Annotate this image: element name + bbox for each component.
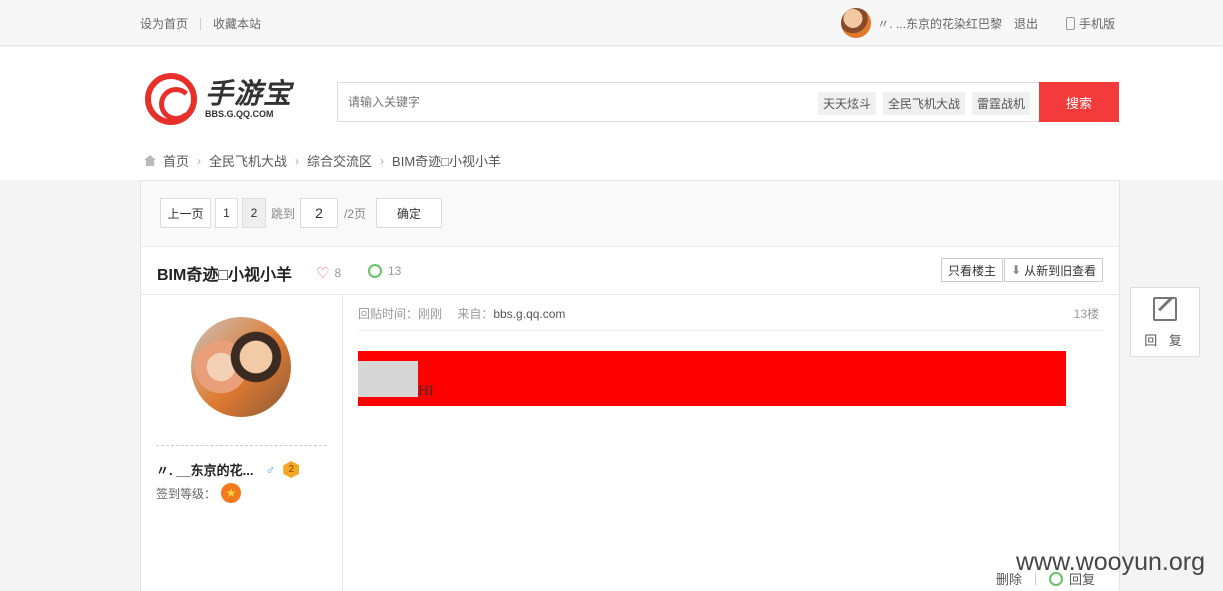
logo-icon	[145, 73, 197, 125]
hot-tags: 天天炫斗 全民飞机大战 雷霆战机	[818, 92, 1037, 115]
mobile-link[interactable]: 手机版	[1065, 15, 1115, 32]
divider	[200, 17, 202, 30]
edit-icon	[1153, 297, 1177, 321]
hot-tag[interactable]: 全民飞机大战	[883, 92, 966, 115]
float-reply-label: 回 复	[1144, 333, 1186, 348]
thread-title: BIM奇迹□小视小羊	[157, 267, 292, 284]
post-time: 回贴时间：刚刚	[358, 307, 443, 321]
avatar[interactable]	[841, 8, 872, 38]
phone-icon	[1065, 16, 1075, 30]
breadcrumb-item[interactable]: 首页	[163, 151, 189, 170]
author-sidebar: 〃. __东京的花... ♂ 2 签到等级： ★	[141, 295, 343, 591]
author-name[interactable]: 〃. __东京的花... ♂ 2	[156, 460, 300, 479]
top-bar: 设为首页 收藏本站 〃. ...东京的花染红巴黎 退出 手机版	[0, 0, 1223, 46]
breadcrumb-item[interactable]: BIM奇迹□小视小羊	[392, 151, 501, 170]
set-home-link[interactable]: 设为首页	[140, 15, 188, 32]
chevron-right-icon: ›	[197, 153, 202, 168]
home-icon	[144, 155, 156, 166]
sign-badge-icon: ★	[221, 483, 242, 503]
source-link[interactable]: bbs.g.qq.com	[493, 307, 565, 321]
hot-tag[interactable]: 天天炫斗	[818, 92, 877, 115]
page-link-1[interactable]: 1	[215, 198, 238, 228]
comment-icon	[368, 264, 382, 278]
breadcrumb-item[interactable]: 综合交流区	[307, 151, 372, 170]
header: 手游宝 BBS.G.QQ.COM 天天炫斗 全民飞机大战 雷霆战机 搜索 首页 …	[0, 47, 1223, 180]
only-author-button[interactable]: 只看楼主	[941, 258, 1004, 282]
post-content: HI	[358, 351, 1066, 406]
post: 回贴时间：刚刚 来自：bbs.g.qq.com 13楼 HI 删除 回复	[343, 295, 1119, 591]
broken-image	[358, 361, 418, 397]
search-bar: 天天炫斗 全民飞机大战 雷霆战机 搜索	[337, 82, 1119, 122]
username-link[interactable]: 〃. ...东京的花染红巴黎	[877, 15, 1002, 32]
pagination: 上一页 1 2 跳到 2 /2页 确定	[141, 181, 1119, 247]
jump-page-input[interactable]: 2	[300, 198, 338, 228]
float-reply-button[interactable]: 回 复	[1130, 287, 1200, 357]
author-avatar[interactable]	[191, 317, 291, 417]
search-input[interactable]	[338, 83, 808, 121]
confirm-button[interactable]: 确定	[376, 198, 442, 228]
order-button[interactable]: ⬇ 从新到旧查看	[1004, 258, 1104, 282]
level-badge: 2	[283, 461, 300, 478]
jump-label: 跳到	[271, 207, 296, 221]
sign-level: 签到等级： ★	[156, 483, 242, 503]
site-logo[interactable]: 手游宝 BBS.G.QQ.COM	[145, 73, 292, 125]
logo-title: 手游宝	[205, 78, 293, 109]
search-button[interactable]: 搜索	[1039, 82, 1119, 122]
chevron-right-icon: ›	[380, 153, 385, 168]
thread-panel: 上一页 1 2 跳到 2 /2页 确定 BIM奇迹□小视小羊 ♡ 8 13 只看…	[140, 180, 1120, 591]
breadcrumb: 首页 › 全民飞机大战 › 综合交流区 › BIM奇迹□小视小羊	[144, 151, 501, 170]
user-area: 〃. ...东京的花染红巴黎 退出 手机版	[841, 8, 1115, 38]
thread-title-bar: BIM奇迹□小视小羊 ♡ 8 13 只看楼主 ⬇ 从新到旧查看	[141, 247, 1119, 295]
divider	[358, 330, 1104, 331]
chevron-right-icon: ›	[295, 153, 300, 168]
breadcrumb-item[interactable]: 全民飞机大战	[209, 151, 287, 170]
total-pages: /2页	[344, 207, 367, 221]
post-text: HI	[418, 383, 434, 399]
male-icon: ♂	[265, 462, 276, 477]
watermark: www.wooyun.org	[1016, 548, 1205, 576]
divider	[156, 445, 327, 446]
logout-link[interactable]: 退出	[1014, 15, 1038, 32]
like-count[interactable]: ♡ 8	[316, 264, 341, 282]
comment-count: 13	[368, 264, 401, 278]
logo-domain: BBS.G.QQ.COM	[205, 109, 274, 119]
heart-icon: ♡	[316, 265, 330, 282]
prev-page-button[interactable]: 上一页	[160, 198, 211, 228]
page-link-2[interactable]: 2	[242, 198, 266, 228]
floor-number: 13楼	[1073, 307, 1099, 321]
top-links: 设为首页 收藏本站	[140, 15, 261, 32]
post-meta: 回贴时间：刚刚 来自：bbs.g.qq.com	[358, 305, 565, 322]
bookmark-link[interactable]: 收藏本站	[213, 15, 261, 32]
post-source: 来自：bbs.g.qq.com	[457, 307, 566, 321]
hot-tag[interactable]: 雷霆战机	[972, 92, 1031, 115]
arrow-down-icon: ⬇	[1011, 263, 1022, 277]
mobile-label: 手机版	[1078, 16, 1115, 31]
